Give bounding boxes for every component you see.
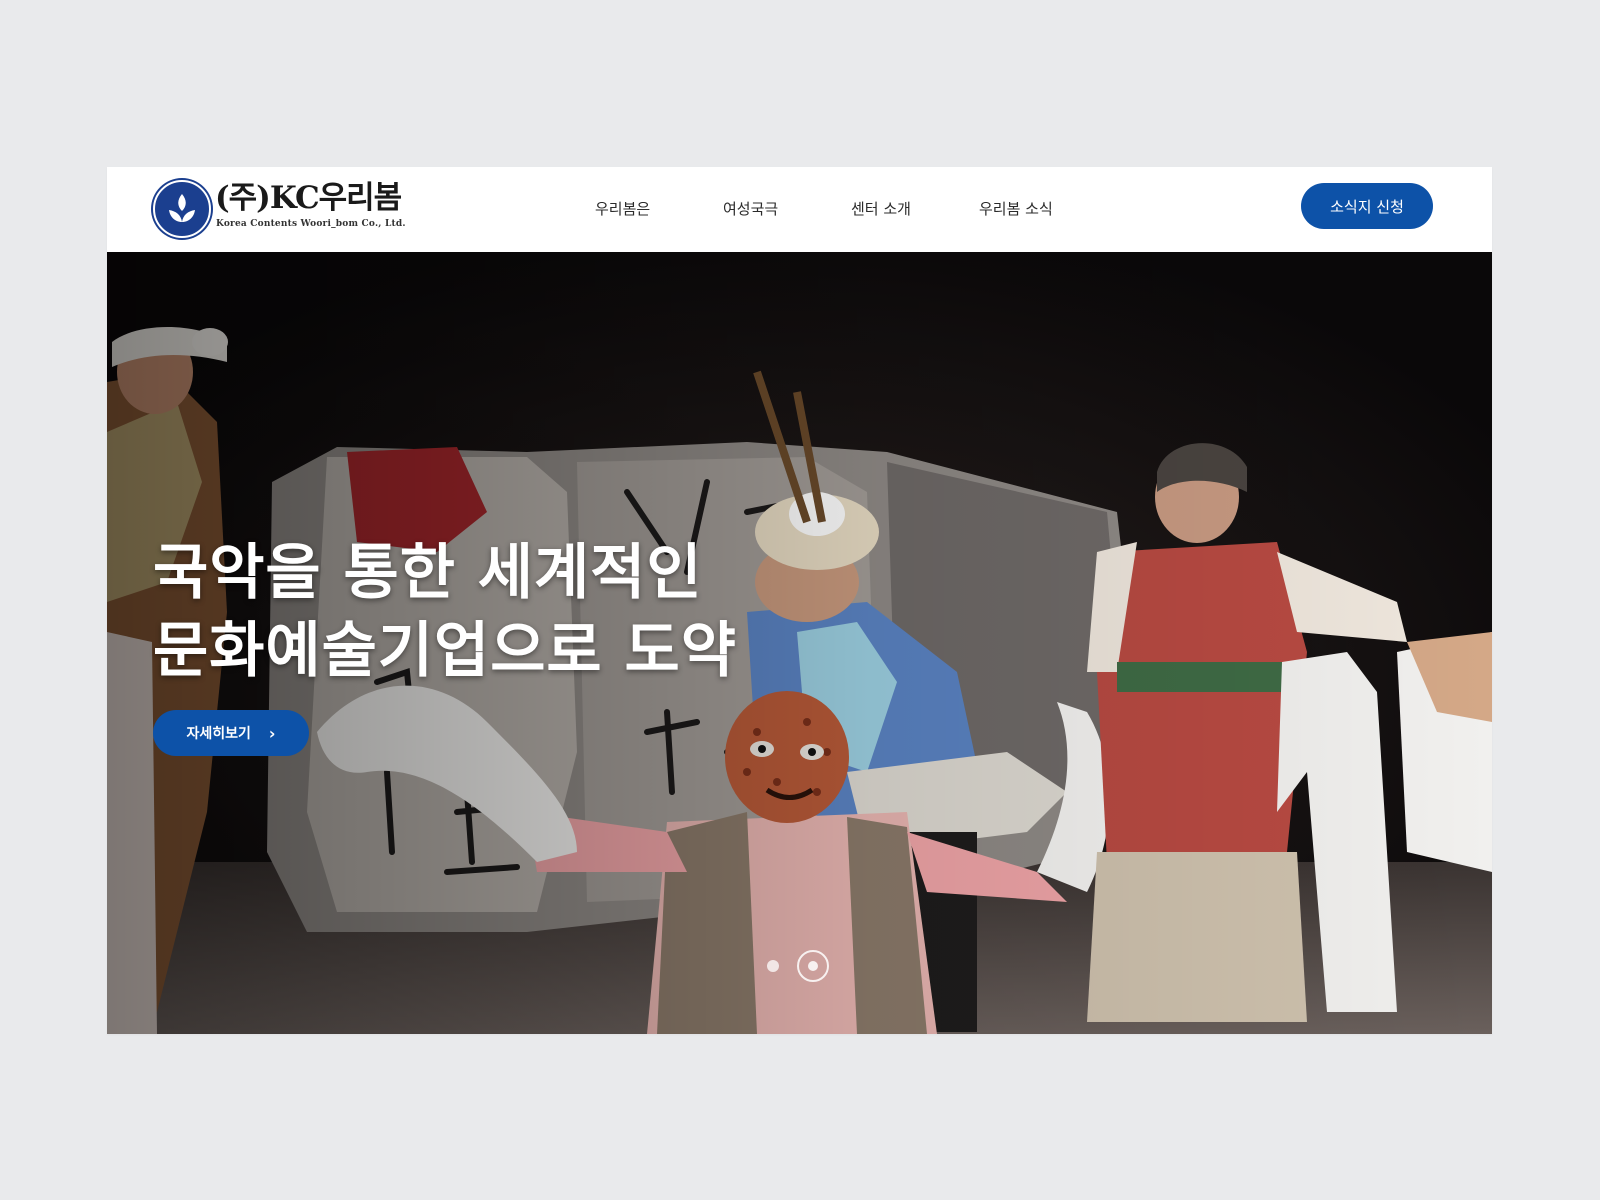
brand-subtitle: Korea Contents Woori_bom Co., Ltd. — [216, 219, 406, 229]
learn-more-label: 자세히보기 — [186, 726, 251, 742]
hero-title-line-1: 국악을 통한 세계적인 — [153, 538, 703, 608]
brand-name: (주)KC우리봄 — [215, 180, 402, 216]
brand-logo[interactable]: (주)KC우리봄 Korea Contents Woori_bom Co., L… — [153, 179, 413, 238]
chevron-right-icon: › — [268, 723, 276, 743]
hero-slider: 국악을 통한 세계적인 문화예술기업으로 도약 자세히보기 › — [107, 252, 1492, 1034]
site-frame: (주)KC우리봄 Korea Contents Woori_bom Co., L… — [107, 167, 1492, 1034]
leaf-emblem-icon — [153, 180, 211, 238]
nav-item-yeoseong-gukgeuk[interactable]: 여성국극 — [723, 198, 778, 219]
hero-title: 국악을 통한 세계적인 문화예술기업으로 도약 — [153, 534, 737, 690]
learn-more-button[interactable]: 자세히보기 › — [153, 710, 309, 756]
hero-title-line-2: 문화예술기업으로 도약 — [153, 616, 737, 686]
nav-item-news[interactable]: 우리봄 소식 — [979, 198, 1053, 219]
newsletter-subscribe-button[interactable]: 소식지 신청 — [1301, 183, 1433, 229]
slide-dot-2-active[interactable] — [797, 950, 829, 982]
nav-item-about[interactable]: 우리봄은 — [595, 198, 650, 219]
slide-dot-1[interactable] — [767, 960, 779, 972]
nav-item-center[interactable]: 센터 소개 — [851, 198, 911, 219]
site-header: (주)KC우리봄 Korea Contents Woori_bom Co., L… — [107, 167, 1492, 252]
